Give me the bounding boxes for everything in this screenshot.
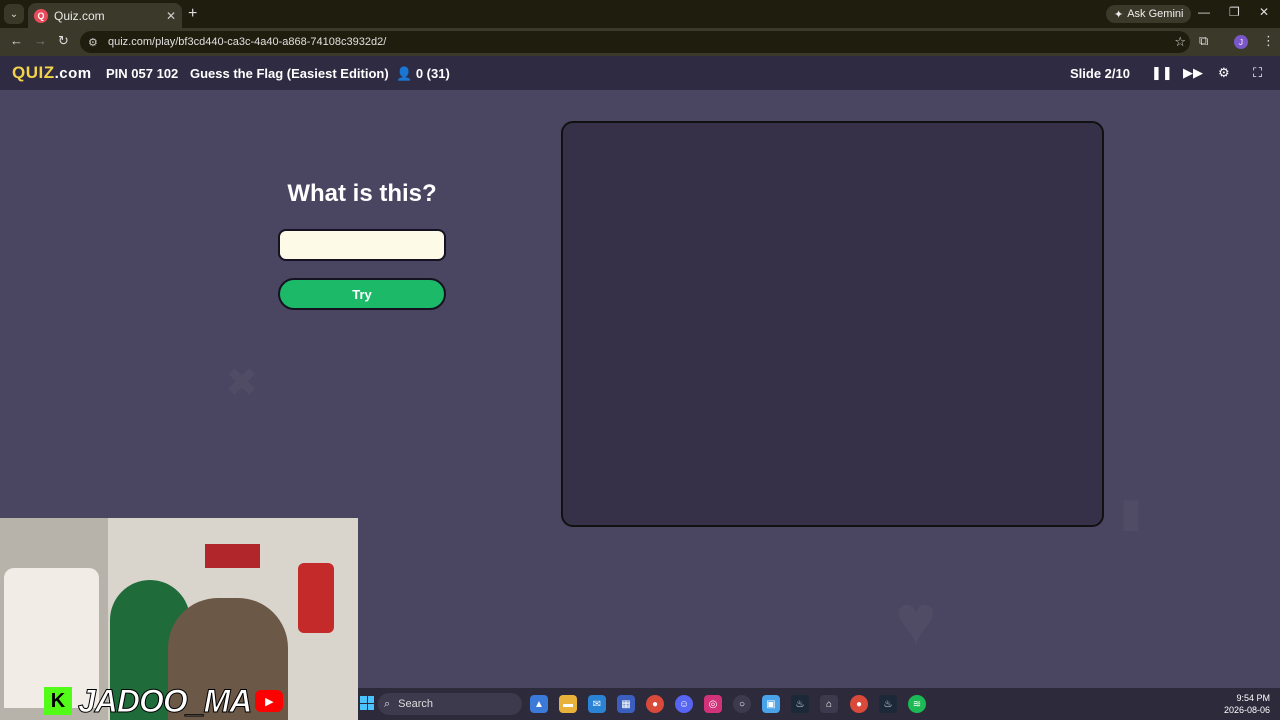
mail-app-icon[interactable]: ✉ — [588, 695, 606, 713]
instagram-app-icon[interactable]: ◎ — [704, 695, 722, 713]
tab-close-icon[interactable]: ✕ — [166, 9, 176, 23]
minimize-icon[interactable]: — — [1198, 5, 1210, 19]
discord-app-icon[interactable]: ☺ — [675, 695, 693, 713]
restore-icon[interactable]: ❐ — [1229, 5, 1240, 19]
photos-app-icon[interactable]: ▲ — [530, 695, 548, 713]
player-icon: 👤 — [396, 66, 413, 81]
opera-app-icon[interactable]: ○ — [733, 695, 751, 713]
youtube-logo-icon: ▶ — [255, 690, 284, 712]
zoom-app-icon[interactable]: ▣ — [762, 695, 780, 713]
steam-second-icon[interactable]: ♨ — [879, 695, 897, 713]
webcam-red-jersey — [298, 563, 334, 633]
taskbar-search-label: Search — [398, 698, 434, 710]
fullscreen-icon[interactable]: ⛶ — [1253, 65, 1262, 81]
clock-date: 2026-08-06 — [1223, 705, 1270, 715]
answer-input[interactable] — [278, 229, 446, 261]
quiz-title: Guess the Flag (Easiest Edition) — [190, 66, 389, 81]
player-count: 👤 0 (31) — [396, 66, 450, 82]
taskbar-clock[interactable]: 9:54 PM 2026-08-06 — [1224, 692, 1270, 716]
background-star-icon: ✖ — [225, 360, 259, 406]
menu-icon[interactable]: ⋮ — [1262, 33, 1275, 49]
reload-icon[interactable]: ↻ — [58, 33, 69, 49]
player-count-value: 0 (31) — [415, 66, 450, 81]
profile-avatar[interactable]: J — [1234, 35, 1248, 49]
taskbar-search[interactable]: ⌕ Search — [378, 693, 522, 715]
game-pin: PIN 057 102 — [106, 66, 179, 81]
logo-suffix: .com — [54, 65, 92, 82]
tab-list-icon[interactable]: ⌄ — [4, 4, 24, 24]
windows-start-icon[interactable] — [360, 696, 374, 710]
ask-gemini-label: Ask Gemini — [1127, 8, 1184, 20]
settings-icon[interactable]: ⚙ — [1218, 65, 1230, 81]
logo-main: QUIZ — [12, 63, 55, 82]
steam-app-icon[interactable]: ♨ — [791, 695, 809, 713]
window-close-icon[interactable]: ✕ — [1259, 5, 1269, 19]
browser-tab-strip: ⌄ Q Quiz.com ✕ + ✦ Ask Gemini — ❐ ✕ — [0, 0, 1280, 28]
kick-logo-icon: K — [44, 687, 72, 715]
pause-icon[interactable]: ❚❚ — [1151, 65, 1173, 81]
quiz-favicon-icon: Q — [34, 8, 48, 23]
question-text: What is this? — [287, 180, 437, 207]
forward-icon[interactable]: → — [34, 33, 47, 48]
webcam-banner — [205, 544, 260, 568]
browser-tab[interactable]: Q Quiz.com ✕ — [28, 3, 182, 28]
browser-navbar: ← → ↻ ⚙ quiz.com/play/bf3cd440-ca3c-4a40… — [0, 28, 1280, 56]
bookmark-star-icon[interactable]: ☆ — [1174, 34, 1186, 50]
ask-gemini-button[interactable]: ✦ Ask Gemini — [1106, 5, 1192, 23]
address-bar[interactable]: ⚙ quiz.com/play/bf3cd440-ca3c-4a40-a868-… — [80, 31, 1190, 53]
quiz-logo[interactable]: QUIZ.com — [12, 63, 92, 83]
store-app-icon[interactable]: ▦ — [617, 695, 635, 713]
media-app-icon[interactable]: ⌂ — [820, 695, 838, 713]
gemini-sparkle-icon: ✦ — [1114, 8, 1124, 21]
tab-title: Quiz.com — [54, 8, 105, 23]
taskbar: ⌕ Search ▲ ▬ ✉ ▦ ● ☺ ◎ ○ ▣ ♨ ⌂ ● ♨ ≋ 9:5… — [358, 688, 1280, 720]
back-icon[interactable]: ← — [10, 33, 23, 48]
clock-time: 9:54 PM — [1236, 693, 1270, 703]
new-tab-button[interactable]: + — [188, 5, 197, 23]
slide-indicator: Slide 2/10 — [1070, 66, 1130, 81]
site-info-icon[interactable]: ⚙ — [88, 36, 106, 49]
chrome-active-icon[interactable]: ● — [850, 695, 868, 713]
spotify-app-icon[interactable]: ≋ — [908, 695, 926, 713]
url-text: quiz.com/play/bf3cd440-ca3c-4a40-a868-74… — [108, 36, 387, 48]
chrome-app-icon[interactable]: ● — [646, 695, 664, 713]
background-heart-icon: ♥ — [895, 580, 937, 660]
search-icon: ⌕ — [384, 697, 391, 710]
try-button[interactable]: Try — [278, 278, 446, 310]
channel-name: JADOO_MA — [77, 682, 252, 719]
quiz-header: QUIZ.com PIN 057 102 Guess the Flag (Eas… — [0, 56, 1280, 90]
background-shape-icon: ▮ — [1120, 490, 1142, 536]
channel-overlay: K JADOO_MA ▶ — [44, 682, 284, 719]
question-image-panel — [561, 121, 1104, 527]
file-explorer-icon[interactable]: ▬ — [559, 695, 577, 713]
skip-icon[interactable]: ▶▶ — [1183, 65, 1203, 81]
extensions-icon[interactable]: ⧉ — [1199, 33, 1208, 49]
